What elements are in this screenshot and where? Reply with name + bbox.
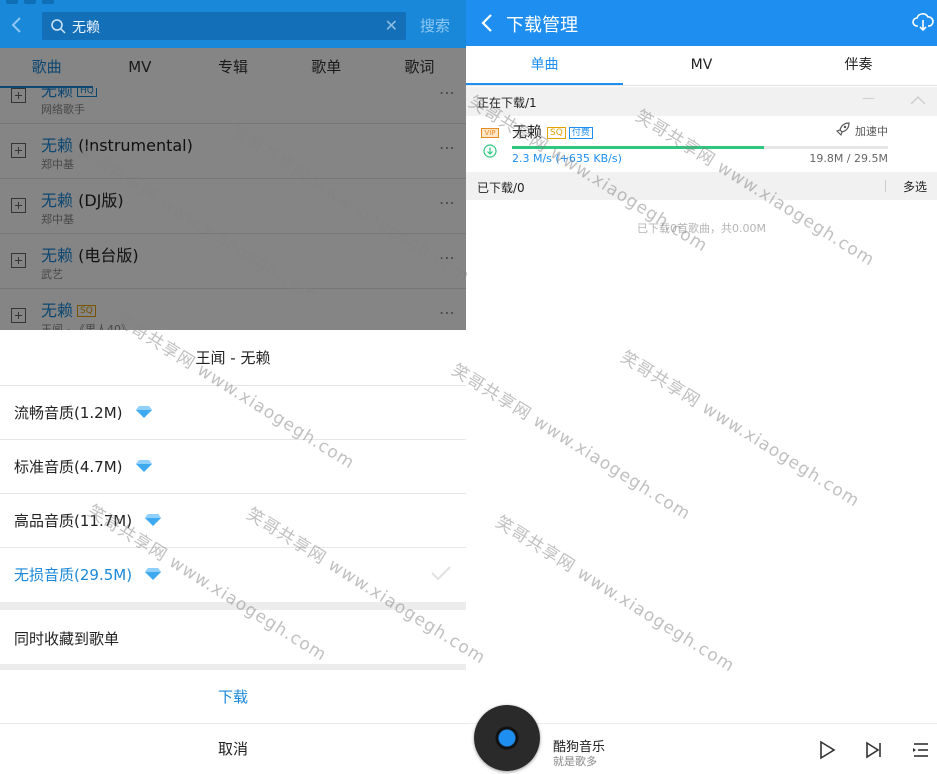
quality-option-standard[interactable]: 标准音质(4.7M) xyxy=(0,440,466,494)
search-button[interactable]: 搜索 xyxy=(420,15,450,36)
download-manager-header: 下载管理 xyxy=(466,0,937,46)
diamond-icon xyxy=(135,460,152,472)
quality-label: 标准音质(4.7M) xyxy=(14,456,153,477)
vip-badge: VIP xyxy=(481,128,499,138)
mini-player[interactable]: 酷狗音乐 就是歌多 xyxy=(466,705,937,774)
tab-accompaniment[interactable]: 伴奏 xyxy=(780,46,937,85)
status-indicators xyxy=(6,0,54,4)
album-disc-icon[interactable] xyxy=(474,705,540,771)
divider xyxy=(885,180,886,192)
quality-label: 流畅音质(1.2M) xyxy=(14,402,153,423)
page-title: 下载管理 xyxy=(506,15,578,36)
sheet-title: 王闻 - 无赖 xyxy=(0,330,466,386)
quality-option-high[interactable]: 高品音质(11.7M) xyxy=(0,494,466,548)
quality-label: 无损音质(29.5M) xyxy=(14,564,162,585)
clear-icon[interactable]: ✕ xyxy=(385,16,398,35)
multi-select-button[interactable]: 多选 xyxy=(903,178,927,195)
player-subtitle: 就是歌多 xyxy=(553,755,597,768)
acceleration-status: 加速中 xyxy=(855,125,888,138)
next-icon[interactable] xyxy=(864,740,884,760)
cancel-button[interactable]: 取消 xyxy=(0,725,466,774)
cloud-download-icon[interactable] xyxy=(912,11,934,33)
back-arrow-icon[interactable] xyxy=(6,14,28,36)
download-song-title: 无赖 SQ 付费 xyxy=(512,121,593,142)
download-quality-sheet: 王闻 - 无赖 流畅音质(1.2M) 标准音质(4.7M) 高品音质(11.7M… xyxy=(0,330,466,774)
play-icon[interactable] xyxy=(817,740,837,760)
downloaded-section-header: 已下载/0 多选 xyxy=(466,172,937,200)
search-results-pane: 无赖 ✕ 搜索 歌曲 MV 专辑 歌单 歌词 无赖 HQ 网络歌手 ⋯ 无赖 (I… xyxy=(0,0,466,774)
download-manager-pane: 下载管理 单曲 MV 伴奏 正在下载/1 — VIP 无赖 SQ 付费 加速中 2.… xyxy=(466,0,937,774)
download-progress-bar xyxy=(512,146,888,149)
diamond-icon xyxy=(135,406,152,418)
tab-mv[interactable]: MV xyxy=(623,46,780,85)
downloading-section-header: 正在下载/1 — xyxy=(466,87,937,116)
search-header: 无赖 ✕ 搜索 xyxy=(0,0,466,48)
divider xyxy=(0,602,466,610)
rocket-icon xyxy=(835,122,850,137)
search-icon xyxy=(51,19,66,34)
add-to-playlist-option[interactable]: 同时收藏到歌单 xyxy=(0,612,466,664)
quality-option-smooth[interactable]: 流畅音质(1.2M) xyxy=(0,386,466,440)
tab-singles[interactable]: 单曲 xyxy=(466,46,623,85)
empty-state-text: 已下载0首歌曲，共0.00M xyxy=(637,222,766,235)
playlist-icon[interactable] xyxy=(911,740,931,760)
modal-overlay[interactable] xyxy=(0,48,466,330)
download-status-icon[interactable] xyxy=(483,144,497,158)
download-tabs: 单曲 MV 伴奏 xyxy=(466,46,937,86)
search-input[interactable]: 无赖 ✕ xyxy=(42,12,406,40)
download-button[interactable]: 下载 xyxy=(0,670,466,724)
back-arrow-icon[interactable] xyxy=(478,12,498,34)
collapse-icon[interactable] xyxy=(909,94,927,106)
quality-option-lossless[interactable]: 无损音质(29.5M) xyxy=(0,548,466,602)
quality-label: 高品音质(11.7M) xyxy=(14,510,162,531)
download-size: 19.8M / 29.5M xyxy=(809,152,888,165)
paid-badge: 付费 xyxy=(568,127,593,139)
check-icon xyxy=(431,566,451,581)
downloaded-label: 已下载/0 xyxy=(477,181,525,195)
download-item[interactable]: VIP 无赖 SQ 付费 加速中 2.3 M/s (+635 KB/s) 19.8M… xyxy=(466,116,937,172)
download-speed: 2.3 M/s (+635 KB/s) xyxy=(512,152,622,165)
sq-badge: SQ xyxy=(547,127,566,139)
diamond-icon xyxy=(145,568,162,580)
search-query: 无赖 xyxy=(72,20,100,36)
downloading-label: 正在下载/1 xyxy=(477,96,537,110)
download-progress-fill xyxy=(512,146,764,149)
minimize-icon[interactable]: — xyxy=(862,91,875,106)
diamond-icon xyxy=(145,514,162,526)
